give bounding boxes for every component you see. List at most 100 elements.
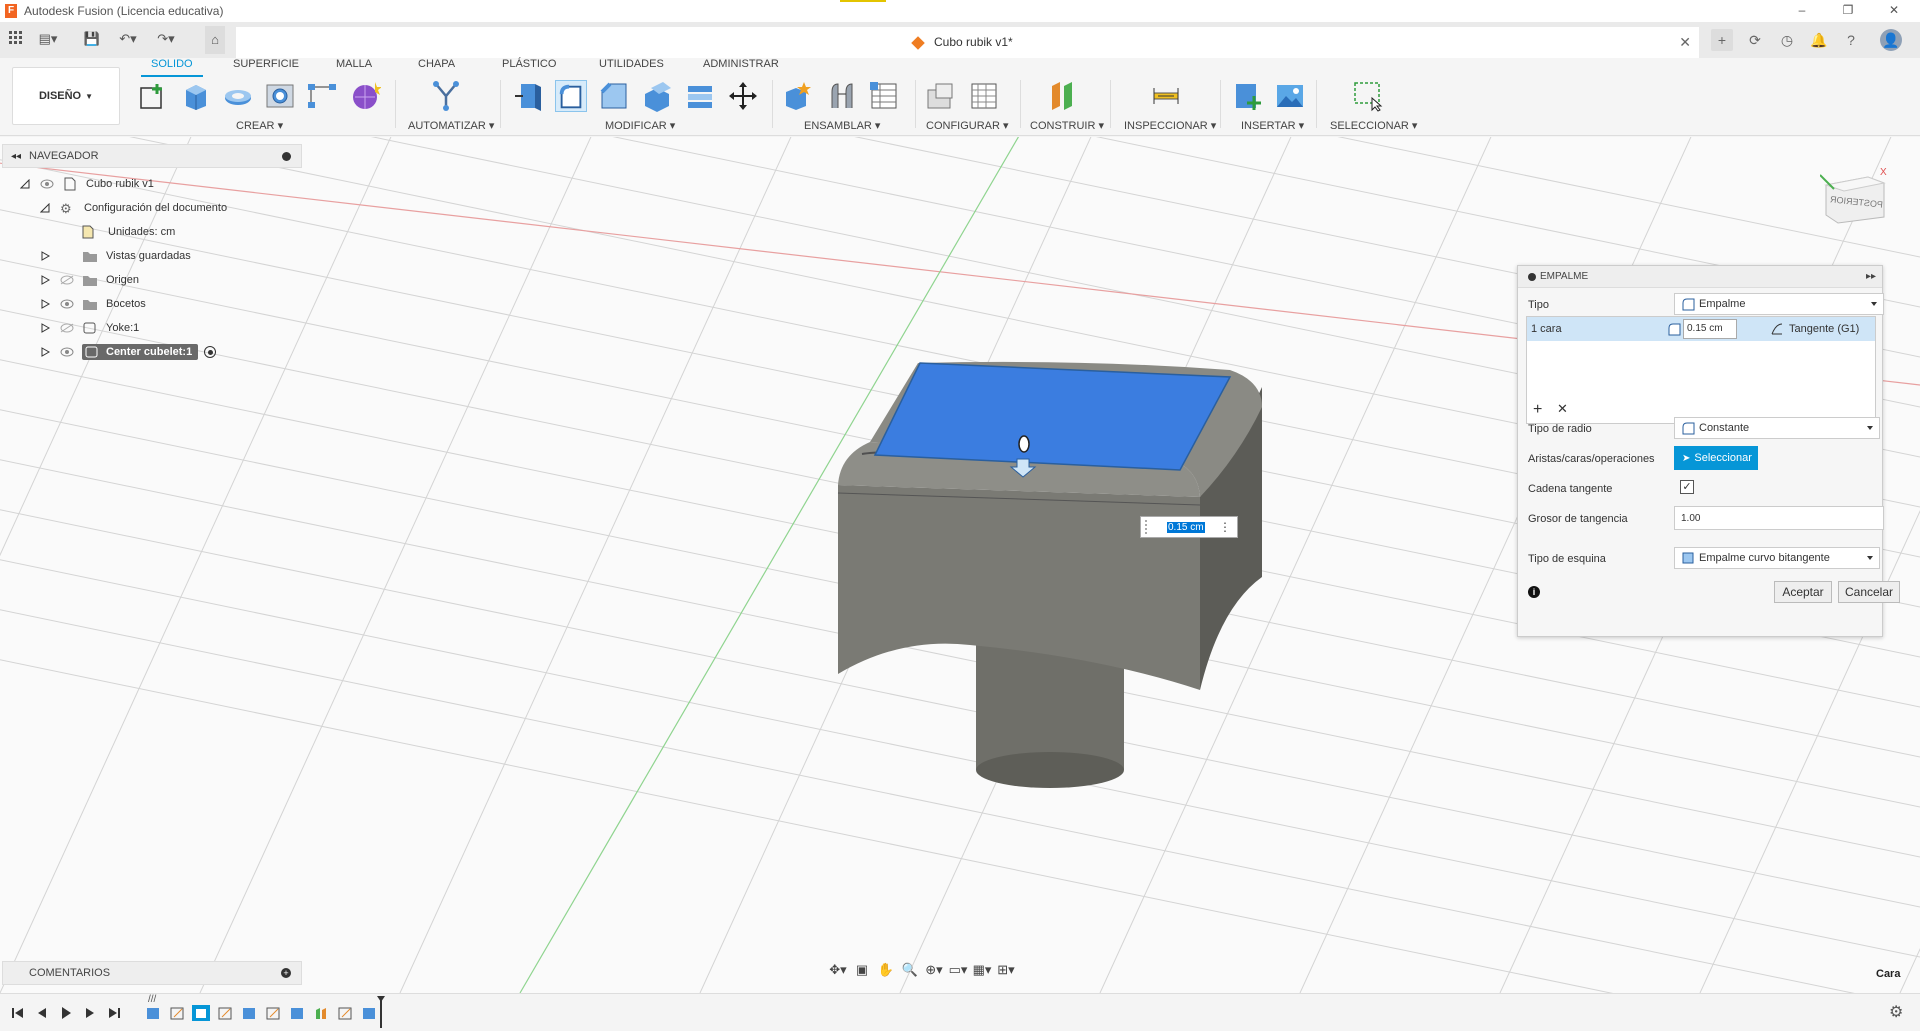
tangency-weight-input[interactable]: 1.00 [1674, 506, 1884, 530]
collapsed-triangle-icon[interactable] [40, 275, 50, 285]
measure-icon[interactable] [1150, 80, 1182, 112]
selection-set-row[interactable]: 1 cara 0.15 cm Tangente (G1) [1527, 317, 1875, 341]
group-configurar[interactable]: CONFIGURAR ▾ [926, 119, 1009, 132]
visibility-eye-icon[interactable] [60, 347, 74, 357]
user-avatar[interactable]: 👤 [1880, 29, 1902, 51]
close-tab-icon[interactable]: ✕ [1679, 34, 1691, 51]
timeline-marker[interactable] [380, 998, 382, 1028]
timeline-sketch-icon[interactable] [264, 1005, 282, 1021]
group-automatizar[interactable]: AUTOMATIZAR ▾ [408, 119, 494, 132]
radius-input[interactable]: 0.15 cm [1683, 319, 1737, 339]
timeline-sketch-icon[interactable] [168, 1005, 186, 1021]
pattern-icon[interactable] [306, 80, 338, 112]
redo-icon[interactable]: ↷▾ [156, 31, 176, 49]
group-construir[interactable]: CONSTRUIR ▾ [1030, 119, 1104, 132]
apps-grid-icon[interactable] [6, 31, 26, 49]
collapse-panel-icon[interactable]: ◂◂ [11, 151, 21, 162]
revolve-icon[interactable] [222, 80, 254, 112]
navigator-header[interactable]: ◂◂ NAVEGADOR [2, 144, 302, 168]
insert-image-icon[interactable] [1274, 80, 1306, 112]
timeline-joint-icon[interactable] [312, 1005, 330, 1021]
configuration-table-icon[interactable] [968, 80, 1000, 112]
help-icon[interactable]: ? [1840, 29, 1862, 51]
create-form-icon[interactable] [349, 80, 381, 112]
expanded-triangle-icon[interactable] [20, 179, 30, 189]
new-tab-plus-icon[interactable]: + [1711, 29, 1733, 51]
collapsed-triangle-icon[interactable] [40, 299, 50, 309]
bill-of-materials-icon[interactable] [868, 80, 900, 112]
viewports-icon[interactable]: ⊞▾ [996, 962, 1016, 980]
press-pull-icon[interactable] [513, 80, 545, 112]
close-window-icon[interactable]: ✕ [1884, 3, 1904, 19]
timeline-extrude-icon[interactable] [288, 1005, 306, 1021]
visibility-eye-icon[interactable] [40, 179, 54, 189]
hole-icon[interactable] [264, 80, 296, 112]
hidden-eye-icon[interactable] [60, 275, 74, 285]
tree-item-saved-views[interactable]: Vistas guardadas [40, 246, 191, 266]
add-comment-icon[interactable]: + [281, 968, 291, 978]
save-icon[interactable]: 💾 [82, 31, 102, 49]
home-icon[interactable]: ⌂ [205, 26, 225, 54]
construct-plane-icon[interactable] [1046, 80, 1078, 112]
select-window-icon[interactable] [1352, 80, 1384, 112]
chamfer-icon[interactable] [598, 80, 630, 112]
joint-icon[interactable] [826, 80, 858, 112]
group-seleccionar[interactable]: SELECCIONAR ▾ [1330, 119, 1417, 132]
ok-button[interactable]: Aceptar [1774, 581, 1832, 603]
file-menu-icon[interactable]: ▤▾ [38, 31, 58, 49]
workspace-switcher[interactable]: DISEÑO ▼ [12, 67, 120, 125]
insert-derive-icon[interactable] [1232, 80, 1264, 112]
comments-header[interactable]: COMENTARIOS + [2, 961, 302, 985]
tree-item-origin[interactable]: Origen [40, 270, 139, 290]
tab-chapa[interactable]: CHAPA [418, 58, 455, 72]
tab-administrar[interactable]: ADMINISTRAR [703, 58, 779, 72]
step-back-icon[interactable] [34, 1006, 50, 1020]
collapsed-triangle-icon[interactable] [40, 323, 50, 333]
continuity-value[interactable]: Tangente (G1) [1789, 323, 1859, 335]
group-modificar[interactable]: MODIFICAR ▾ [605, 119, 675, 132]
notifications-bell-icon[interactable]: 🔔 [1808, 29, 1830, 51]
undo-icon[interactable]: ↶▾ [118, 31, 138, 49]
tree-item-units[interactable]: Unidades: cm [80, 222, 175, 242]
group-ensamblar[interactable]: ENSAMBLAR ▾ [804, 119, 880, 132]
expand-dialog-icon[interactable]: ▸▸ [1866, 271, 1876, 282]
display-settings-icon[interactable]: ▭▾ [948, 962, 968, 980]
new-component-icon[interactable] [782, 80, 814, 112]
go-to-end-icon[interactable] [106, 1006, 122, 1020]
radius-dimension-input[interactable]: 0.15 cm ⋮ [1140, 516, 1238, 538]
timeline-settings-gear-icon[interactable]: ⚙ [1889, 1002, 1903, 1022]
more-options-icon[interactable]: ⋮ [1219, 520, 1231, 534]
group-inspeccionar[interactable]: INSPECCIONAR ▾ [1124, 119, 1216, 132]
move-copy-icon[interactable] [727, 80, 759, 112]
cancel-button[interactable]: Cancelar [1838, 581, 1900, 603]
tab-utilidades[interactable]: UTILIDADES [599, 58, 664, 72]
step-forward-icon[interactable] [82, 1006, 98, 1020]
timeline-extrude-icon[interactable] [144, 1005, 162, 1021]
timeline-marker-handle-icon[interactable] [377, 996, 385, 1002]
grid-settings-icon[interactable]: ▦▾ [972, 962, 992, 980]
select-edges-button[interactable]: ➤ Seleccionar [1674, 446, 1758, 470]
tab-malla[interactable]: MALLA [336, 58, 372, 72]
type-select[interactable]: Empalme [1674, 293, 1884, 315]
timeline-sketch-icon[interactable] [336, 1005, 354, 1021]
corner-type-select[interactable]: Empalme curvo bitangente [1674, 547, 1880, 569]
group-crear[interactable]: CREAR ▾ [236, 119, 283, 132]
fit-icon[interactable]: ⊕▾ [924, 962, 944, 980]
shell-icon[interactable] [641, 80, 673, 112]
orbit-icon[interactable]: ✥▾ [828, 962, 848, 980]
go-to-start-icon[interactable] [10, 1006, 26, 1020]
restore-icon[interactable]: ❐ [1838, 3, 1858, 19]
create-sketch-icon[interactable] [137, 80, 169, 112]
timeline-sketch-icon[interactable] [216, 1005, 234, 1021]
expanded-triangle-icon[interactable] [40, 203, 50, 213]
activate-radio-icon[interactable] [204, 346, 217, 358]
tab-superficie[interactable]: SUPERFICIE [233, 58, 299, 72]
timeline-active-feature-icon[interactable] [192, 1005, 210, 1021]
play-icon[interactable] [58, 1006, 74, 1020]
group-insertar[interactable]: INSERTAR ▾ [1241, 119, 1304, 132]
tab-solido[interactable]: SOLIDO [141, 58, 203, 77]
selected-face[interactable] [873, 362, 1232, 471]
look-at-icon[interactable]: ▣ [852, 962, 872, 980]
combine-icon[interactable] [684, 80, 716, 112]
tab-plastico[interactable]: PLÁSTICO [502, 58, 556, 72]
